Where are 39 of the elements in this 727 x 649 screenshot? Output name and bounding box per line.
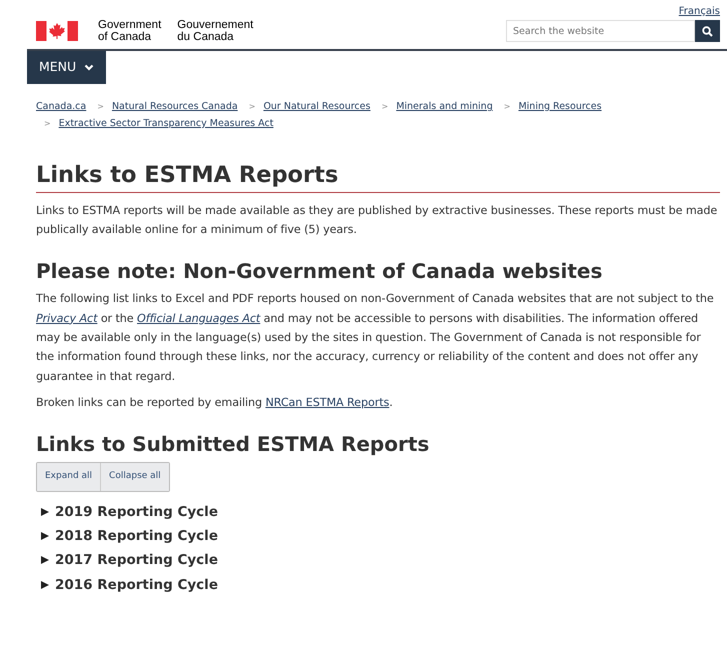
paragraph: The following list links to Excel and PDF reports housed on non-Government of Canada websites that are not subject to the Privacy Act or the Official Languages Act and may not be accessible to persons with disabilities. The information offered may be available only in the language(s) used by the sites in question. The Government of Canada is not responsible for the information found through these links, nor the accuracy, currency or reliability of the content and does not offer any guarantee in that regard. — [36, 291, 715, 385]
breadcrumb-separator: > — [97, 102, 104, 111]
menu-button[interactable]: MENU — [27, 51, 106, 84]
text-link[interactable]: Privacy Act — [36, 312, 98, 325]
breadcrumb-link[interactable]: Our Natural Resources — [263, 100, 370, 112]
brand-name: Gouvernement du Canada — [177, 19, 254, 44]
disclosure-triangle-icon — [41, 556, 49, 564]
search-button[interactable] — [695, 20, 720, 42]
page-title: Links to ESTMA Reports — [36, 162, 720, 193]
breadcrumb-link[interactable]: Minerals and mining — [396, 100, 493, 112]
breadcrumb-link[interactable]: Mining Resources — [518, 100, 602, 112]
breadcrumb-separator: > — [44, 118, 51, 128]
breadcrumb-separator: > — [248, 102, 256, 111]
breadcrumb-link[interactable]: Natural Resources Canada — [112, 100, 238, 112]
breadcrumb-separator: > — [381, 102, 388, 111]
disclosure-triangle-icon — [41, 532, 49, 540]
chevron-down-icon — [84, 64, 94, 71]
paragraph: Links to ESTMA reports will be made available as they are published by extractive businesses. These reports must be made publically available online for a minimum of five (5) years. — [36, 202, 718, 238]
disclosure-triangle-icon — [41, 580, 49, 589]
language-link[interactable]: Français — [678, 6, 720, 17]
section-heading: Please note: Non-Government of Canada websites — [36, 259, 604, 284]
search-field[interactable]: Search the website — [506, 20, 695, 42]
paragraph: Broken links can be reported by emailing NRCan ESTMA Reports. — [36, 394, 394, 411]
disclosure-item[interactable]: 2016 Reporting Cycle — [41, 572, 720, 597]
text-link[interactable]: Official Languages Act — [137, 312, 260, 325]
canada-flag-icon — [36, 21, 78, 42]
breadcrumb-separator: > — [504, 102, 510, 111]
search-icon — [702, 26, 713, 37]
brand-name: Government of Canada — [98, 19, 162, 44]
disclosure-triangle-icon — [41, 508, 49, 516]
text-link[interactable]: NRCan ESTMA Reports — [265, 396, 390, 409]
toggle-button[interactable]: Expand all — [37, 463, 100, 491]
disclosure-item[interactable]: 2019 Reporting Cycle — [41, 500, 720, 524]
toggle-button[interactable]: Collapse all — [100, 463, 169, 491]
breadcrumb-link[interactable]: Extractive Sector Transparency Measures Act — [58, 118, 274, 129]
section-heading: Links to Submitted ESTMA Reports — [36, 432, 430, 456]
breadcrumb-link[interactable]: Canada.ca — [36, 100, 86, 112]
disclosure-item[interactable]: 2017 Reporting Cycle — [41, 548, 720, 573]
disclosure-item[interactable]: 2018 Reporting Cycle — [41, 524, 720, 548]
